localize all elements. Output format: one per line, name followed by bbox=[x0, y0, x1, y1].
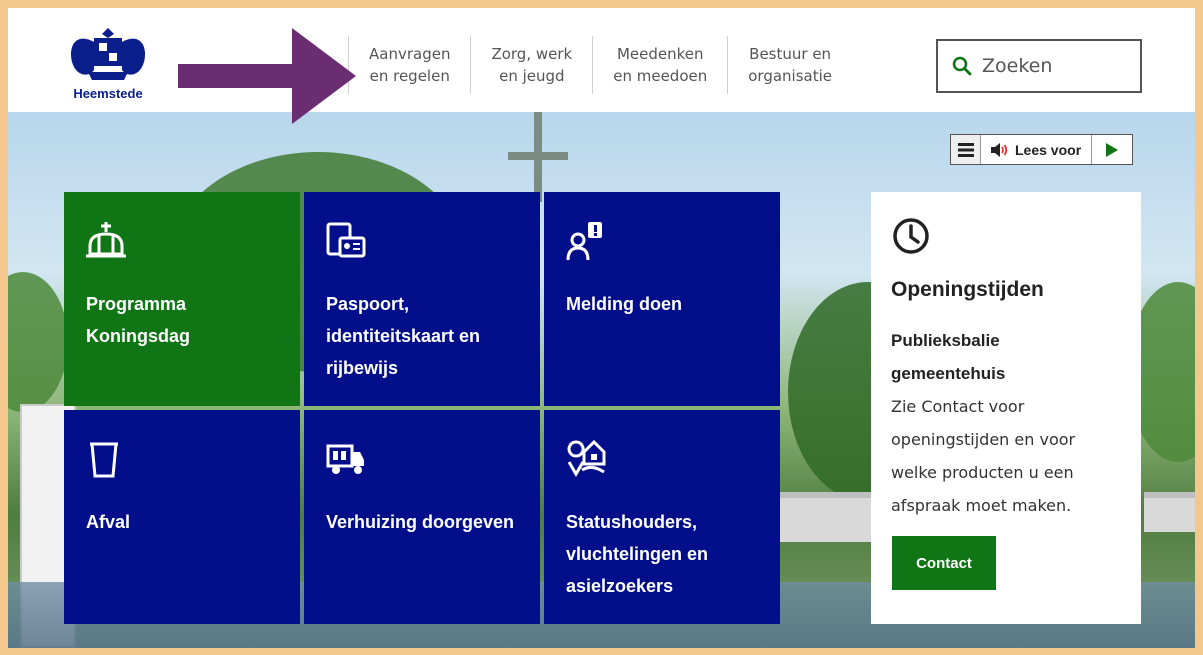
subtitle-line: Publieksbalie bbox=[891, 331, 1000, 350]
readspeaker-menu-button[interactable] bbox=[951, 135, 981, 164]
tile-label: Programma Koningsdag bbox=[86, 288, 286, 352]
tile-label: Statushouders, vluchtelingen en asielzoe… bbox=[566, 506, 766, 602]
tile-label-line: Afval bbox=[86, 512, 131, 532]
tile-paspoort[interactable]: Paspoort, identiteitskaart en rijbewijs bbox=[304, 192, 540, 406]
tile-afval[interactable]: Afval bbox=[64, 410, 300, 624]
nav-item-meedenken[interactable]: Meedenken en meedoen bbox=[592, 36, 727, 94]
opening-hours-subtitle: Publieksbalie gemeentehuis bbox=[891, 324, 1121, 390]
tile-koningsdag[interactable]: Programma Koningsdag bbox=[64, 192, 300, 406]
nav-item-line: Bestuur en bbox=[749, 45, 832, 63]
text-line: openingstijden en voor bbox=[891, 430, 1076, 449]
nav-item-bestuur[interactable]: Bestuur en organisatie bbox=[727, 36, 852, 94]
tile-label-line: Melding doen bbox=[566, 294, 682, 314]
speaker-icon bbox=[991, 142, 1008, 157]
text-line: afspraak moet maken. bbox=[891, 496, 1072, 515]
heemstede-logo[interactable]: Heemstede bbox=[58, 22, 158, 106]
bridge-image bbox=[778, 492, 878, 542]
text-line: Zie Contact voor bbox=[891, 397, 1025, 416]
opening-hours-text: Zie Contact voor openingstijden en voor … bbox=[891, 390, 1121, 522]
tile-label-line: vluchtelingen en bbox=[566, 544, 709, 564]
opening-hours-title: Openingstijden bbox=[891, 278, 1044, 301]
main-navigation: Aanvragen en regelen Zorg, werk en jeugd… bbox=[348, 36, 852, 94]
nav-item-aanvragen[interactable]: Aanvragen en regelen bbox=[348, 36, 470, 94]
annotation-arrow bbox=[178, 28, 356, 124]
tile-label-line: identiteitskaart en bbox=[326, 326, 481, 346]
menu-icon bbox=[957, 142, 974, 157]
id-documents-icon bbox=[326, 222, 366, 258]
search-icon bbox=[952, 56, 972, 76]
location-house-icon bbox=[567, 440, 606, 477]
search-label: Zoeken bbox=[982, 55, 1053, 77]
nav-item-line: en regelen bbox=[369, 67, 450, 85]
report-person-icon bbox=[566, 222, 602, 261]
nav-item-line: organisatie bbox=[748, 67, 832, 85]
coat-of-arms-icon bbox=[70, 28, 146, 80]
tile-label-line: Koningsdag bbox=[86, 326, 190, 346]
tile-verhuizing[interactable]: Verhuizing doorgeven bbox=[304, 410, 540, 624]
readspeaker-label: Lees voor bbox=[1015, 141, 1082, 158]
text-line: welke producten u een bbox=[891, 463, 1074, 482]
nav-item-line: Zorg, werk bbox=[491, 45, 573, 63]
opening-hours-card: Openingstijden Publieksbalie gemeentehui… bbox=[871, 192, 1141, 624]
subtitle-line: gemeentehuis bbox=[891, 364, 1006, 383]
waste-bin-icon bbox=[90, 442, 118, 478]
search-button[interactable]: Zoeken bbox=[936, 39, 1142, 93]
readspeaker-read-button[interactable]: Lees voor bbox=[981, 135, 1093, 164]
readspeaker-play-button[interactable] bbox=[1092, 135, 1132, 164]
tile-label-line: Statushouders, bbox=[566, 512, 698, 532]
moving-truck-icon bbox=[326, 444, 364, 474]
bridge-image bbox=[1144, 492, 1195, 532]
tile-label-line: asielzoekers bbox=[566, 576, 674, 596]
tile-melding[interactable]: Melding doen bbox=[544, 192, 780, 406]
tile-label: Paspoort, identiteitskaart en rijbewijs bbox=[326, 288, 526, 384]
readspeaker-bar: Lees voor bbox=[950, 134, 1134, 165]
tile-label: Afval bbox=[86, 506, 286, 538]
logo-text: Heemstede bbox=[73, 86, 143, 101]
tile-statushouders[interactable]: Statushouders, vluchtelingen en asielzoe… bbox=[544, 410, 780, 624]
nav-item-line: Aanvragen bbox=[369, 45, 451, 63]
tile-label-line: rijbewijs bbox=[326, 358, 399, 378]
tile-label-line: Verhuizing doorgeven bbox=[326, 512, 515, 532]
nav-item-line: en jeugd bbox=[499, 67, 565, 85]
crown-icon bbox=[86, 222, 126, 258]
play-icon bbox=[1106, 142, 1119, 157]
nav-item-zorg[interactable]: Zorg, werk en jeugd bbox=[470, 36, 592, 94]
nav-item-line: en meedoen bbox=[613, 67, 708, 85]
tile-label: Verhuizing doorgeven bbox=[326, 506, 526, 538]
page-frame: Heemstede Aanvragen en regelen Zorg, wer… bbox=[8, 8, 1195, 648]
tile-label: Melding doen bbox=[566, 288, 766, 320]
tile-label-line: Paspoort, bbox=[326, 294, 410, 314]
clock-icon bbox=[893, 218, 929, 254]
contact-button[interactable]: Contact bbox=[892, 536, 996, 590]
tile-label-line: Programma bbox=[86, 294, 187, 314]
windmill-image bbox=[508, 112, 568, 202]
nav-item-line: Meedenken bbox=[616, 45, 704, 63]
